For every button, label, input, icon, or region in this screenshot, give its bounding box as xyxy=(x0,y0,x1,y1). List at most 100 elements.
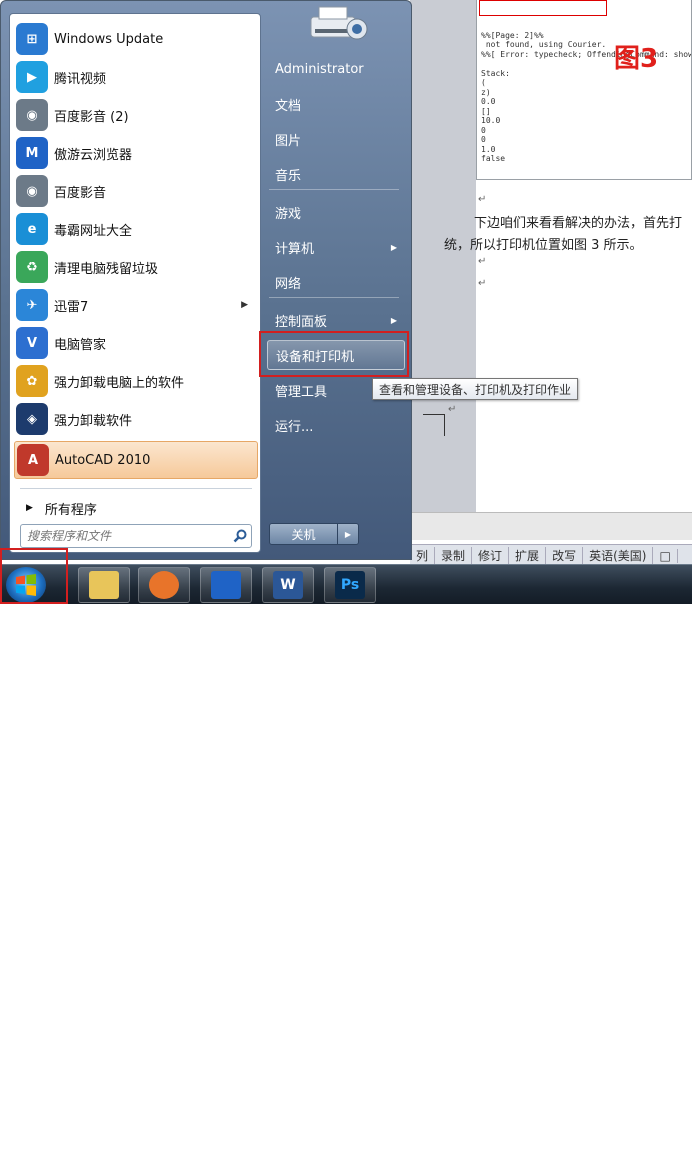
search-icon[interactable] xyxy=(229,526,251,546)
right-menu-item[interactable]: 运行... xyxy=(267,410,405,440)
console-highlight-box xyxy=(479,0,607,16)
baidu-player-icon: ◉ xyxy=(16,99,48,131)
status-item[interactable]: 扩展 xyxy=(509,547,547,564)
taskbar: W Ps jingyan.baidu.com xyxy=(0,564,692,1149)
console-line: 0 xyxy=(481,135,486,144)
taskbar-maxthon-button[interactable] xyxy=(200,567,252,603)
console-screenshot: %%[Page: 2]%% not found, using Courier.%… xyxy=(476,0,692,180)
console-line: [] xyxy=(481,106,491,116)
devices-highlight-box xyxy=(259,331,409,377)
taskbar-explorer-button[interactable] xyxy=(78,567,130,603)
status-bar: 列录制 修订 扩展 改写 英语(美国) □ xyxy=(410,544,692,566)
console-line: z) xyxy=(481,87,491,97)
baidu-player-icon: ◉ xyxy=(16,175,48,207)
uninstaller-icon: ✿ xyxy=(16,365,48,397)
right-menu-label: 运行... xyxy=(275,419,314,435)
program-item[interactable]: ◈ 强力卸载软件 xyxy=(14,400,258,438)
program-item[interactable]: ✈ 迅雷7 ▶ xyxy=(14,286,258,324)
right-menu-label: 计算机 xyxy=(275,241,315,257)
shutdown-control[interactable]: 关机 ▶ xyxy=(269,523,359,545)
console-line: 10.0 xyxy=(481,116,501,125)
right-menu-item[interactable]: 网络 xyxy=(267,267,405,297)
word-icon: W xyxy=(273,571,303,599)
program-item[interactable]: V 电脑管家 xyxy=(14,324,258,362)
printer-icon xyxy=(310,6,368,40)
uninstaller-shield-icon: ◈ xyxy=(16,403,48,435)
maxthon-icon: M xyxy=(16,137,48,169)
triangle-right-icon: ▶ xyxy=(26,503,33,513)
program-label: 清理电脑残留垃圾 xyxy=(54,261,159,277)
right-menu-item[interactable]: 图片 xyxy=(267,124,405,154)
folder-icon xyxy=(89,571,119,599)
program-item[interactable]: ▶ 腾讯视频 xyxy=(14,58,258,96)
taskbar-firefox-button[interactable] xyxy=(138,567,190,603)
photoshop-icon: Ps xyxy=(335,571,365,599)
program-label: 强力卸载软件 xyxy=(54,413,133,429)
paragraph-mark: ↵ xyxy=(478,256,487,267)
taskbar-photoshop-button[interactable]: Ps xyxy=(324,567,376,603)
right-menu-label: Administrator xyxy=(275,61,364,77)
divider xyxy=(269,297,399,298)
paragraph-mark: ↵ xyxy=(478,278,487,289)
program-item[interactable]: A AutoCAD 2010 xyxy=(14,441,258,479)
all-programs-button[interactable]: ▶ 所有程序 xyxy=(16,496,256,520)
search-box[interactable] xyxy=(20,524,252,548)
console-line: false xyxy=(481,154,506,163)
status-item[interactable]: □ xyxy=(653,548,678,563)
right-menu-item[interactable]: 计算机 ▶ xyxy=(267,232,405,262)
program-item[interactable]: ⊞ Windows Update xyxy=(14,20,258,58)
program-label: AutoCAD 2010 xyxy=(55,452,151,468)
document-margin xyxy=(410,0,476,540)
program-item[interactable]: e 毒霸网址大全 xyxy=(14,210,258,248)
recycle-cleaner-icon: ♻ xyxy=(16,251,48,283)
maxthon-icon xyxy=(211,571,241,599)
right-menu-item[interactable]: 音乐 xyxy=(267,159,405,189)
programs-pane: ⊞ Windows Update ▶ 腾讯视频 ◉ 百度影音 (2) M 傲游云浏览器 ◉ 百度影… xyxy=(9,13,261,553)
program-item[interactable]: M 傲游云浏览器 xyxy=(14,134,258,172)
program-label: 傲游云浏览器 xyxy=(54,147,133,163)
program-label: 迅雷7 xyxy=(54,299,89,315)
paragraph-line-2[interactable]: 统，所以打印机位置如图 3 所示。 xyxy=(444,234,643,253)
page-corner-mark xyxy=(423,414,445,436)
program-item[interactable]: ◉ 百度影音 (2) xyxy=(14,96,258,134)
right-menu-label: 控制面板 xyxy=(275,314,328,330)
paragraph-line-1[interactable]: 下边咱们来看看解决的办法，首先打 xyxy=(474,212,682,231)
shutdown-options-arrow-icon[interactable]: ▶ xyxy=(338,524,358,544)
pc-manager-icon: V xyxy=(16,327,48,359)
divider xyxy=(269,189,399,190)
right-menu-item[interactable]: 文档 xyxy=(267,89,405,119)
start-highlight-box xyxy=(0,548,68,604)
divider xyxy=(20,488,252,489)
right-menu-label: 网络 xyxy=(275,276,302,292)
status-item[interactable]: 英语(美国) xyxy=(583,547,654,564)
internet-explorer-icon: e xyxy=(16,213,48,245)
status-item[interactable]: 录制 xyxy=(435,547,473,564)
status-item[interactable]: 修订 xyxy=(472,547,510,564)
figure-label: 图3 xyxy=(614,44,659,74)
program-label: 强力卸载电脑上的软件 xyxy=(54,375,185,391)
console-line: ( xyxy=(481,78,486,87)
all-programs-label: 所有程序 xyxy=(44,502,97,518)
paragraph-mark: ↵ xyxy=(448,404,457,415)
windows-update-icon: ⊞ xyxy=(16,23,48,55)
search-input[interactable] xyxy=(25,526,229,546)
program-label: Windows Update xyxy=(54,31,164,47)
watermark: jingyan.baidu.com xyxy=(520,1133,650,1149)
status-item[interactable]: 列 xyxy=(410,547,436,564)
taskbar-word-button[interactable]: W xyxy=(262,567,314,603)
right-menu-item[interactable]: 游戏 xyxy=(267,197,405,227)
program-label: 电脑管家 xyxy=(54,337,107,353)
console-line: 1.0 xyxy=(481,144,496,154)
program-item[interactable]: ✿ 强力卸载电脑上的软件 xyxy=(14,362,258,400)
firefox-icon xyxy=(149,571,179,599)
program-item[interactable]: ◉ 百度影音 xyxy=(14,172,258,210)
start-menu: ⊞ Windows Update ▶ 腾讯视频 ◉ 百度影音 (2) M 傲游云浏览器 ◉ 百度影… xyxy=(0,0,412,560)
right-menu-label: 音乐 xyxy=(275,168,302,184)
user-name-item[interactable]: Administrator xyxy=(267,54,405,84)
shutdown-button[interactable]: 关机 xyxy=(270,524,338,544)
program-label: 毒霸网址大全 xyxy=(54,223,133,239)
program-item[interactable]: ♻ 清理电脑残留垃圾 xyxy=(14,248,258,286)
status-item[interactable]: 改写 xyxy=(546,547,584,564)
